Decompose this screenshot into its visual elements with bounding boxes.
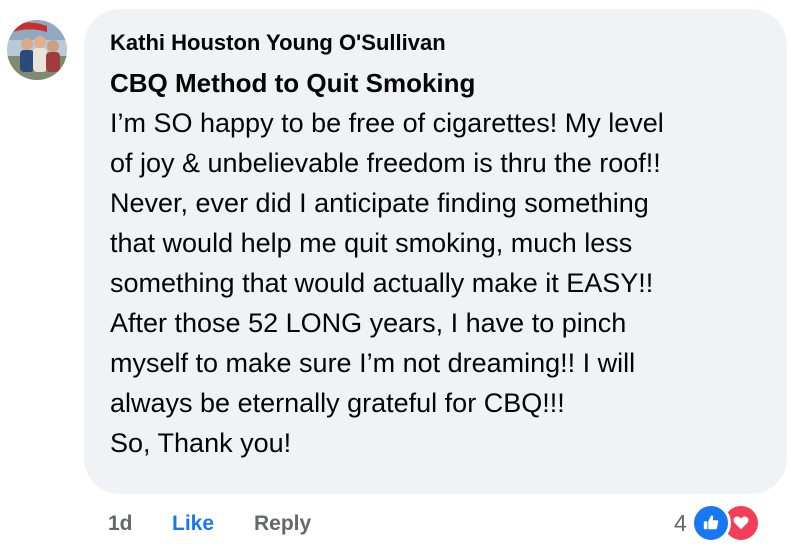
avatar[interactable] bbox=[7, 20, 67, 80]
thumbs-up-icon bbox=[690, 503, 731, 543]
comment-body-line: always be eternally grateful for CBQ!!! bbox=[110, 388, 565, 418]
reaction-count: 4 bbox=[674, 509, 687, 536]
comment-body-line: that would help me quit smoking, much le… bbox=[110, 228, 633, 258]
like-button[interactable]: Like bbox=[172, 512, 214, 536]
comment-title: CBQ Method to Quit Smoking bbox=[110, 68, 476, 98]
comment-body-line: After those 52 LONG years, I have to pin… bbox=[110, 308, 627, 338]
comment-body-line: I’m SO happy to be free of cigarettes! M… bbox=[110, 108, 664, 138]
comment-body-line: myself to make sure I’m not dreaming!! I… bbox=[110, 348, 636, 378]
comment-timestamp[interactable]: 1d bbox=[108, 512, 133, 536]
reply-button[interactable]: Reply bbox=[254, 512, 311, 536]
comment-body-line: So, Thank you! bbox=[110, 428, 292, 458]
comment-body-line: Never, ever did I anticipate finding som… bbox=[110, 188, 649, 218]
comment-screen: Kathi Houston Young O'Sullivan CBQ Metho… bbox=[0, 0, 800, 548]
comment-author[interactable]: Kathi Houston Young O'Sullivan bbox=[110, 30, 446, 56]
comment-body-line: of joy & unbelievable freedom is thru th… bbox=[110, 148, 661, 178]
reaction-summary[interactable]: 4 bbox=[674, 503, 761, 543]
comment-body-line: something that would actually make it EA… bbox=[110, 268, 654, 298]
